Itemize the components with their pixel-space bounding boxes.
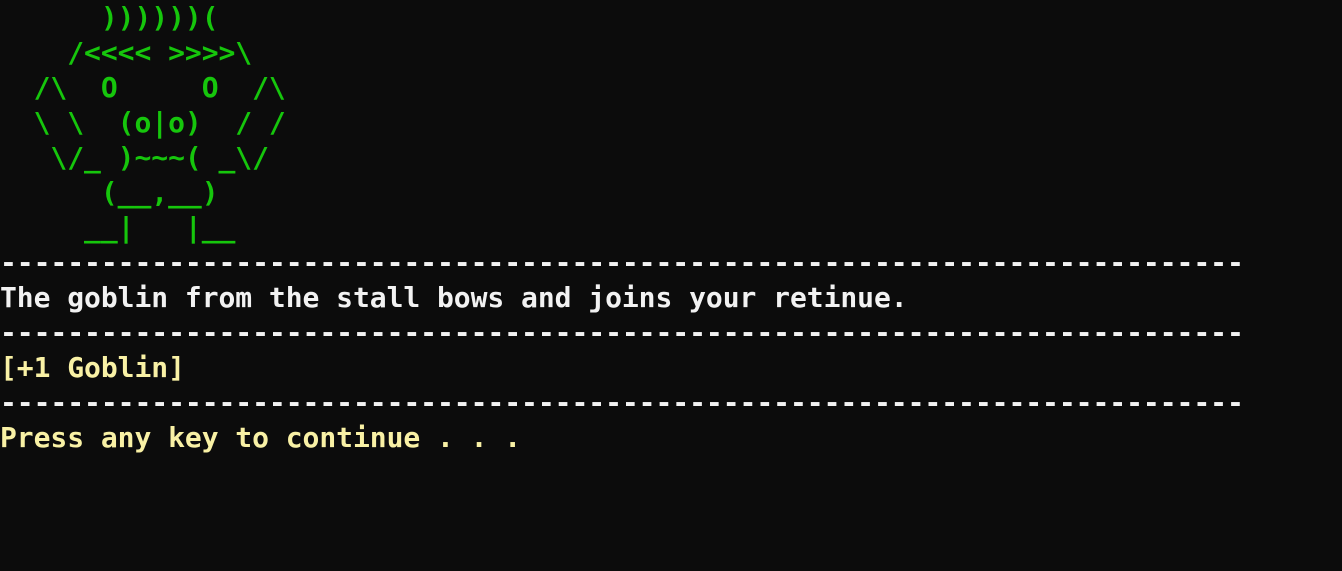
divider-middle: ----------------------------------------… [0, 316, 1244, 349]
goblin-art-line-4: \ \ (o|o) / / [0, 106, 286, 139]
goblin-art-line-7: __| |__ [0, 211, 236, 244]
event-message: The goblin from the stall bows and joins… [0, 281, 908, 314]
goblin-art-line-6: (__,__) [0, 176, 219, 209]
continue-prompt[interactable]: Press any key to continue . . . [0, 420, 521, 455]
reward-text: [+1 Goblin] [0, 351, 185, 384]
divider-bottom: ----------------------------------------… [0, 386, 1244, 419]
goblin-art-line-5: \/_ )~~~( _\/ [0, 141, 269, 174]
goblin-art-line-3: /\ O O /\ [0, 71, 286, 104]
divider-top: ----------------------------------------… [0, 246, 1244, 279]
console-window[interactable]: ))))))( /<<<< >>>>\ /\ O O /\ \ \ (o|o) … [0, 0, 1342, 571]
goblin-art-line-1: ))))))( [0, 1, 219, 34]
goblin-art-line-2: /<<<< >>>>\ [0, 36, 253, 69]
